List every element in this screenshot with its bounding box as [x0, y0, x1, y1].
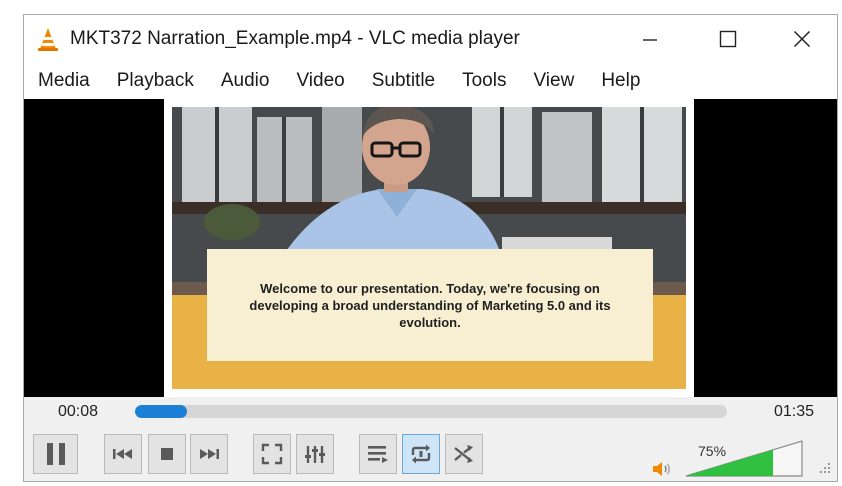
- close-button[interactable]: [774, 15, 830, 63]
- menu-media[interactable]: Media: [38, 63, 90, 99]
- loop-icon: [411, 444, 431, 464]
- loop-button[interactable]: [402, 434, 440, 474]
- menu-help[interactable]: Help: [601, 63, 640, 99]
- pause-button[interactable]: [33, 434, 78, 474]
- video-scene: Welcome to our presentation. Today, we'r…: [172, 107, 686, 389]
- menu-video[interactable]: Video: [296, 63, 344, 99]
- caption-box: Welcome to our presentation. Today, we'r…: [207, 249, 653, 361]
- vlc-window: MKT372 Narration_Example.mp4 - VLC media…: [23, 14, 838, 482]
- total-time[interactable]: 01:35: [774, 403, 814, 421]
- video-frame: Welcome to our presentation. Today, we'r…: [164, 99, 694, 397]
- vlc-cone-icon: [38, 28, 58, 51]
- video-area[interactable]: Welcome to our presentation. Today, we'r…: [24, 99, 837, 397]
- pause-icon: [46, 443, 65, 465]
- elapsed-time: 00:08: [58, 403, 99, 420]
- maximize-button[interactable]: [700, 15, 756, 63]
- maximize-icon: [719, 30, 737, 48]
- equalizer-icon: [305, 446, 325, 463]
- shuffle-button[interactable]: [445, 434, 483, 474]
- stop-button[interactable]: [148, 434, 186, 474]
- menu-view[interactable]: View: [533, 63, 574, 99]
- resize-grip-icon[interactable]: [818, 461, 832, 475]
- next-button[interactable]: [190, 434, 228, 474]
- minimize-button[interactable]: [622, 15, 678, 63]
- minimize-icon: [643, 39, 657, 41]
- speaker-icon[interactable]: [652, 460, 672, 478]
- fullscreen-icon: [261, 443, 283, 465]
- menu-bar: Media Playback Audio Video Subtitle Tool…: [24, 63, 837, 99]
- skip-back-icon: [113, 449, 132, 459]
- previous-button[interactable]: [104, 434, 142, 474]
- extended-settings-button[interactable]: [296, 434, 334, 474]
- fullscreen-button[interactable]: [253, 434, 291, 474]
- stop-icon: [161, 448, 173, 460]
- window-title: MKT372 Narration_Example.mp4 - VLC media…: [70, 28, 520, 49]
- close-icon: [793, 30, 811, 48]
- shuffle-icon: [454, 445, 473, 463]
- menu-audio[interactable]: Audio: [221, 63, 270, 99]
- menu-subtitle[interactable]: Subtitle: [372, 63, 435, 99]
- caption-text: Welcome to our presentation. Today, we'r…: [249, 280, 611, 330]
- seek-progress: [135, 405, 187, 418]
- menu-playback[interactable]: Playback: [117, 63, 194, 99]
- title-bar[interactable]: MKT372 Narration_Example.mp4 - VLC media…: [24, 15, 837, 63]
- menu-tools[interactable]: Tools: [462, 63, 506, 99]
- playlist-icon: [368, 446, 388, 463]
- volume-slider[interactable]: [684, 439, 806, 479]
- seek-bar[interactable]: [135, 405, 727, 418]
- playlist-button[interactable]: [359, 434, 397, 474]
- skip-forward-icon: [200, 449, 219, 459]
